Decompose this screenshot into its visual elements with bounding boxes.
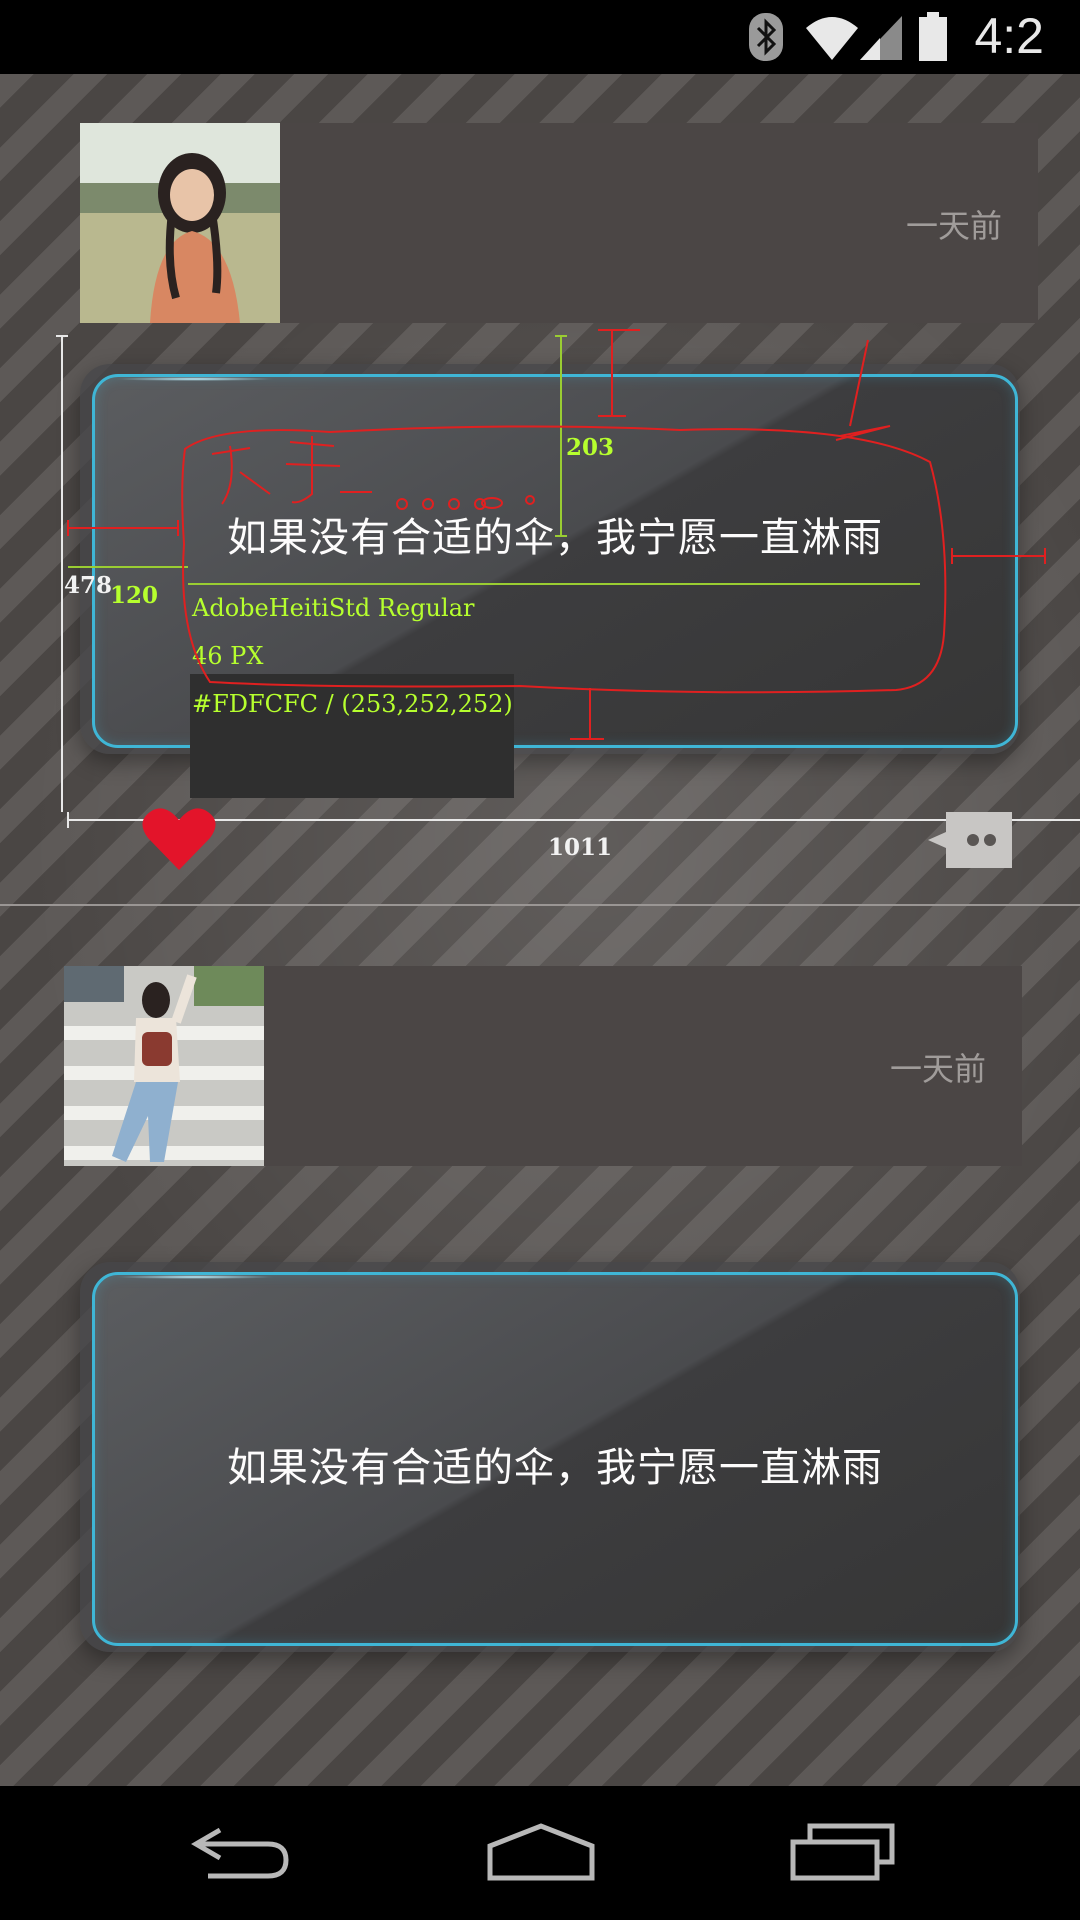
cell-signal-icon bbox=[860, 16, 902, 60]
spec-dim-height: 478 bbox=[64, 572, 113, 599]
avatar[interactable] bbox=[64, 966, 264, 1166]
post-divider bbox=[0, 904, 1080, 906]
comment-icon[interactable] bbox=[928, 812, 1012, 868]
post-card-text: 如果没有合适的伞，我宁愿一直淋雨 bbox=[227, 1445, 883, 1491]
card-glow bbox=[115, 1275, 275, 1279]
battery-icon bbox=[919, 12, 947, 61]
feed[interactable]: 一天前 如果没有合适的伞，我宁愿一直淋雨 AdobeHeitiStd Regul… bbox=[0, 74, 1080, 1786]
back-icon[interactable] bbox=[190, 1822, 290, 1882]
navigation-bar bbox=[0, 1786, 1080, 1920]
recents-icon[interactable] bbox=[790, 1822, 896, 1882]
spec-dim-left: 120 bbox=[110, 582, 159, 609]
home-icon[interactable] bbox=[486, 1822, 596, 1882]
post-header[interactable]: 一天前 bbox=[64, 966, 1022, 1166]
heart-icon[interactable] bbox=[142, 806, 216, 872]
spec-dim-top: 203 bbox=[566, 434, 615, 461]
spec-dim-width: 1011 bbox=[548, 834, 613, 861]
post-timestamp: 一天前 bbox=[889, 1050, 986, 1088]
status-bar: 4:2 bbox=[0, 0, 1080, 74]
post-card[interactable]: 如果没有合适的伞，我宁愿一直淋雨 bbox=[92, 1272, 1018, 1646]
avatar-photo-girl-street-icon bbox=[64, 966, 264, 1166]
clock: 4:2 bbox=[974, 8, 1044, 64]
bluetooth-icon bbox=[749, 13, 783, 61]
wifi-icon bbox=[806, 17, 858, 60]
